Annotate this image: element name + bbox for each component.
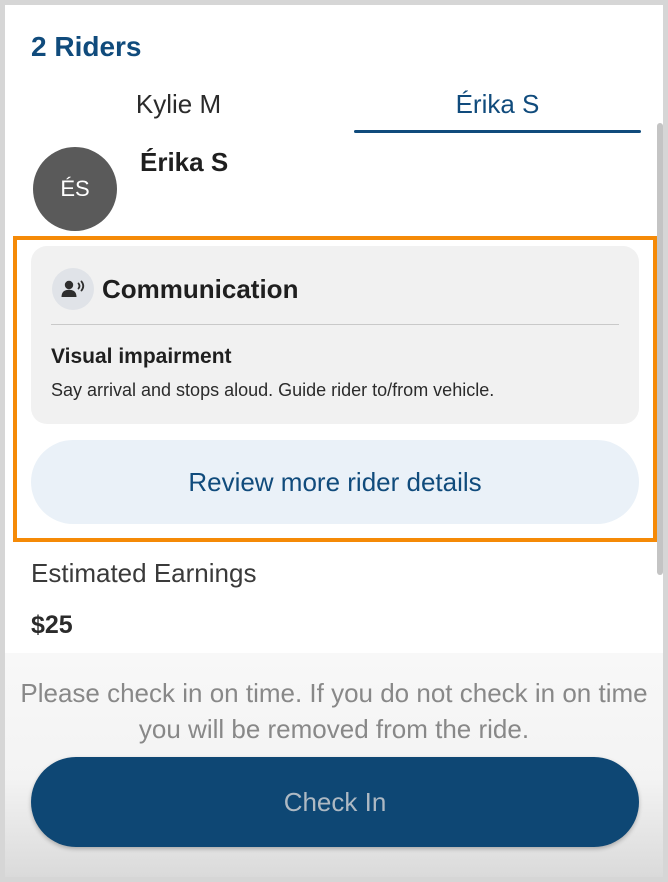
tab-rider-kylie[interactable]: Kylie M xyxy=(35,79,322,133)
app-frame: 2 Riders Kylie M Érika S ÉS Érika S Comm… xyxy=(0,0,668,882)
check-in-button[interactable]: Check In xyxy=(31,757,639,847)
estimated-earnings-label: Estimated Earnings xyxy=(31,558,257,588)
scrollbar[interactable] xyxy=(657,123,663,575)
rider-tabs: Kylie M Érika S xyxy=(35,79,641,133)
avatar: ÉS xyxy=(33,147,117,231)
highlight-outline xyxy=(13,236,657,542)
checkin-note: Please check in on time. If you do not c… xyxy=(20,678,648,744)
tab-rider-erika[interactable]: Érika S xyxy=(354,79,641,133)
page-title: 2 Riders xyxy=(31,31,142,62)
estimated-earnings-value: $25 xyxy=(31,611,73,639)
rider-name: Érika S xyxy=(140,147,229,177)
